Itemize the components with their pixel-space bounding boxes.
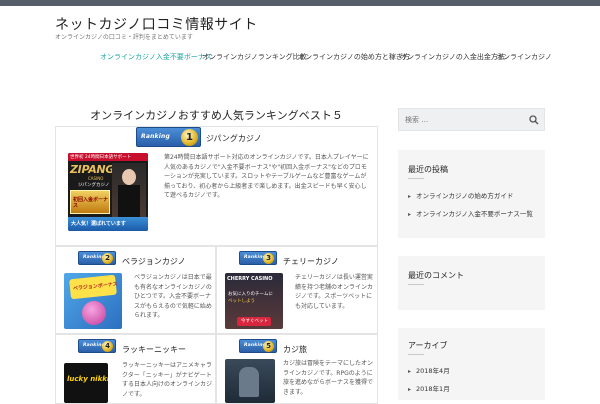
ranking-entry-3: Ranking 3 チェリーカジノ CHERRY CASINO お気に入りのチー… <box>216 246 378 334</box>
widget-title-underline <box>408 354 424 355</box>
thumb-bottom-text: 大人気！選ばれています <box>71 221 126 227</box>
rank-badge-label: Ranking <box>141 133 170 140</box>
rank-badge-1: Ranking 1 <box>136 127 201 147</box>
site-title[interactable]: ネットカジノ口コミ情報サイト <box>55 14 258 34</box>
casino-thumbnail-3[interactable]: CHERRY CASINO お気に入りのチームに ベットしよう 今すぐベット <box>225 273 283 329</box>
nav-item-no-deposit-bonus[interactable]: オンラインカジノ入金不要ボーナス <box>100 52 212 62</box>
thumb-bottom-strip: 大人気！選ばれています <box>68 217 148 231</box>
casino-thumbnail-4[interactable]: lucky nikki <box>64 363 108 403</box>
casino-name-3[interactable]: チェリーカジノ <box>283 256 339 267</box>
thumb-character <box>239 367 259 397</box>
thumb-brand: ZIPANG <box>70 163 115 176</box>
casino-description-1: 第24時間日本語サポート対応のオンラインカジノです。日本人プレイヤーに人気のある… <box>164 154 369 199</box>
top-accent-bar <box>0 0 600 6</box>
recent-post-label: オンラインカジノの始め方ガイド <box>416 192 514 200</box>
widget-title: アーカイブ <box>408 341 448 350</box>
rank-number: 5 <box>263 341 274 352</box>
casino-thumbnail-2[interactable]: ベラジョンボーナス <box>64 273 122 329</box>
casino-thumbnail-1[interactable]: 世界初 24時間日本語サポート ZIPANG CASINO ジパングカジノ 初回… <box>68 153 148 231</box>
ranking-entry-5: Ranking 5 カジ旅 カジ旅は冒険をテーマにしたオンラインカジノです。RP… <box>216 334 378 404</box>
casino-name-1[interactable]: ジパングカジノ <box>206 133 262 144</box>
casino-description-3: チェリーカジノは長い運営実績を持つ老舗のオンラインカジノです。スポーツベットにも… <box>295 274 374 310</box>
thumb-brand: lucky nikki <box>67 375 108 383</box>
site-description: オンラインカジノの口コミ・評判をまとめています <box>55 34 193 41</box>
nav-item-deposit-withdraw[interactable]: オンラインカジノの入金出金方法 <box>400 52 505 62</box>
recent-posts-widget: 最近の投稿 ▸ オンラインカジノの始め方ガイド ▸ オンラインカジノ入金不要ボーナス… <box>398 150 545 238</box>
nav-item-ranking[interactable]: オンラインカジノランキング比較 <box>202 52 307 62</box>
thumb-banner-text: 初回入金ボーナス <box>73 197 109 209</box>
recent-comments-widget: 最近のコメント <box>398 256 545 310</box>
rank-badge-3: Ranking 3 <box>239 251 277 265</box>
widget-title-underline <box>408 178 424 179</box>
casino-name-2[interactable]: ベラジョンカジノ <box>122 256 186 267</box>
recent-post-label: オンラインカジノ入金不要ボーナス一覧 <box>416 210 533 218</box>
thumb-gold-banner: ベラジョンボーナス <box>69 274 119 300</box>
thumb-character <box>82 301 106 325</box>
ranking-entry-4: Ranking 4 ラッキーニッキー lucky nikki ラッキーニッキーは… <box>55 334 216 404</box>
nav-item-how-to-start[interactable]: オンラインカジノの始め方と稼ぎ方 <box>298 52 410 62</box>
recent-post-link[interactable]: ▸ オンラインカジノ入金不要ボーナス一覧 <box>408 208 533 218</box>
chevron-right-icon: ▸ <box>408 211 412 218</box>
search-box <box>398 108 545 131</box>
thumb-sub: CASINO <box>88 176 104 181</box>
casino-description-4: ラッキーニッキーはアニメキャラクター「ニッキー」がナビゲートする日本人向けのオン… <box>122 362 213 398</box>
ranking-entry-2: Ranking 2 ベラジョンカジノ ベラジョンボーナス ベラジョンカジノは日本… <box>55 246 216 334</box>
rank-badge-5: Ranking 5 <box>239 339 277 353</box>
search-icon[interactable] <box>529 115 539 125</box>
chevron-right-icon: ▸ <box>408 386 412 393</box>
archive-link[interactable]: ▸ 2018年4月 <box>408 365 450 375</box>
main-navigation: オンラインカジノ入金不要ボーナス オンラインカジノランキング比較 オンラインカジ… <box>90 48 552 66</box>
thumb-banner: 初回入金ボーナス <box>70 190 110 214</box>
thumb-line1: お気に入りのチームに <box>228 292 273 297</box>
casino-description-5: カジ旅は冒険をテーマにしたオンラインカジノです。RPGのように旅を進めながらボー… <box>283 360 374 396</box>
search-input[interactable] <box>405 113 525 127</box>
archive-label: 2018年4月 <box>416 367 450 375</box>
chevron-right-icon: ▸ <box>408 193 412 200</box>
widget-title-underline <box>408 284 424 285</box>
thumb-banner-text: ベラジョンボーナス <box>72 281 119 293</box>
thumb-line2: ベットしよう <box>228 299 255 304</box>
rank-number: 3 <box>263 253 274 264</box>
archives-widget: アーカイブ ▸ 2018年4月 ▸ 2018年1月 <box>398 328 545 400</box>
thumb-cta-button: 今すぐベット <box>237 317 271 326</box>
casino-name-4[interactable]: ラッキーニッキー <box>122 344 186 355</box>
widget-title: 最近の投稿 <box>408 165 448 174</box>
rank-badge-2: Ranking 2 <box>78 251 116 265</box>
archive-label: 2018年1月 <box>416 385 450 393</box>
rank-badge-4: Ranking 4 <box>78 339 116 353</box>
ranking-heading: オンラインカジノおすすめ人気ランキングベスト５ <box>90 109 343 122</box>
nav-item-online-casino[interactable]: オンラインカジノ <box>496 52 552 62</box>
rank-number: 2 <box>102 253 113 264</box>
widget-title: 最近のコメント <box>408 271 464 280</box>
ranking-entry-1: Ranking 1 ジパングカジノ 世界初 24時間日本語サポート ZIPANG… <box>55 126 378 246</box>
chevron-right-icon: ▸ <box>408 368 412 375</box>
recent-post-link[interactable]: ▸ オンラインカジノの始め方ガイド <box>408 190 513 200</box>
casino-description-2: ベラジョンカジノは日本で最も有名なオンラインカジノのひとつです。入金不要ボーナス… <box>134 274 212 319</box>
thumb-cta-text: 今すぐベット <box>241 319 268 324</box>
thumb-top-text: 世界初 24時間日本語サポート <box>70 155 132 160</box>
thumb-brand: CHERRY CASINO <box>227 276 273 282</box>
thumb-top-strip: 世界初 24時間日本語サポート <box>68 153 148 161</box>
rank-number: 1 <box>181 129 198 146</box>
casino-thumbnail-5[interactable] <box>225 359 275 403</box>
thumb-kana: ジパングカジノ <box>78 183 110 188</box>
rank-number: 4 <box>102 341 113 352</box>
archive-link[interactable]: ▸ 2018年1月 <box>408 383 450 393</box>
casino-name-5[interactable]: カジ旅 <box>283 344 307 355</box>
thumb-model-image <box>112 163 146 221</box>
